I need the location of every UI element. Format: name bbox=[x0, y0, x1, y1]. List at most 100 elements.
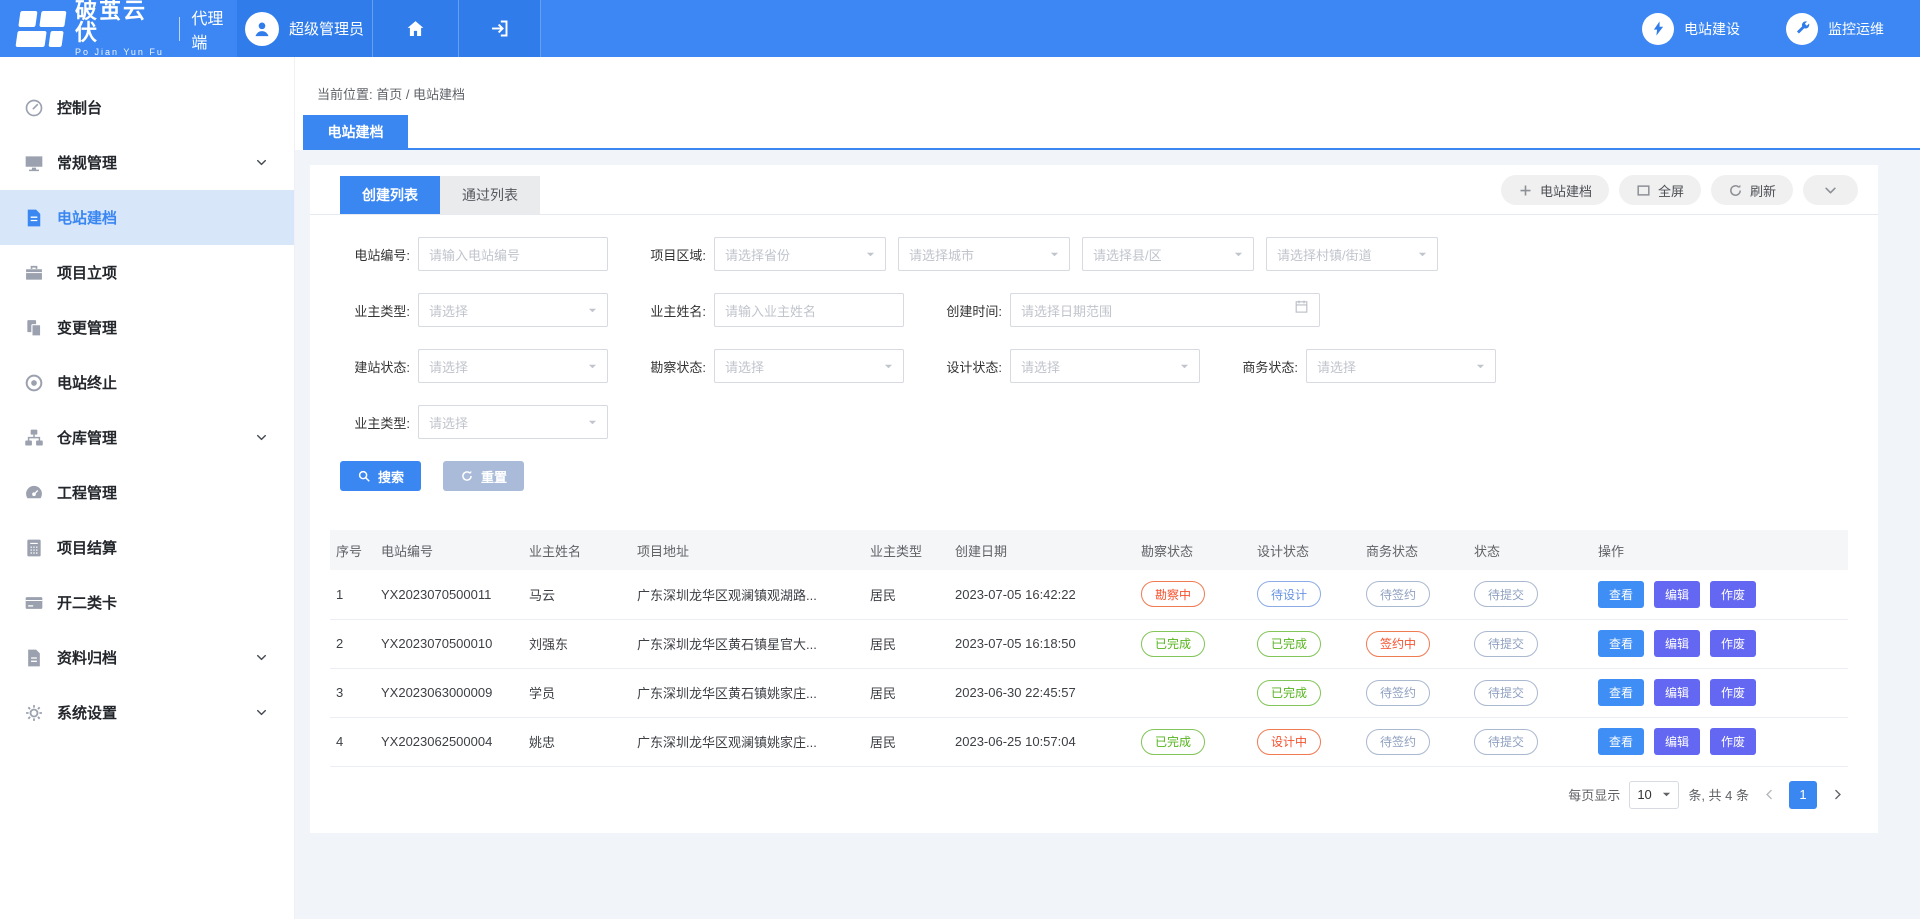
filter-group-design-status: 设计状态:请选择 bbox=[932, 349, 1200, 383]
logout-button[interactable] bbox=[459, 0, 541, 57]
user-name: 超级管理员 bbox=[289, 18, 364, 39]
gauge-icon bbox=[24, 98, 44, 118]
status-badge: 待签约 bbox=[1366, 581, 1430, 607]
view-button[interactable]: 查看 bbox=[1598, 581, 1644, 608]
tab-passed-list[interactable]: 通过列表 bbox=[440, 176, 540, 214]
edit-button[interactable]: 编辑 bbox=[1654, 679, 1700, 706]
sidebar-item-warehouse-manage[interactable]: 仓库管理 bbox=[0, 410, 294, 465]
design-status-select[interactable]: 请选择 bbox=[1010, 349, 1200, 383]
fullscreen-button[interactable]: 全屏 bbox=[1619, 175, 1701, 205]
sidebar-item-second-class-card[interactable]: 开二类卡 bbox=[0, 575, 294, 630]
sidebar-item-project-initiation[interactable]: 项目立项 bbox=[0, 245, 294, 300]
sidebar-item-label: 开二类卡 bbox=[57, 592, 117, 613]
toolbar: 电站建档 全屏 刷新 bbox=[1501, 175, 1858, 214]
sidebar-item-project-settlement[interactable]: 项目结算 bbox=[0, 520, 294, 575]
project-region-select-0[interactable]: 请选择省份 bbox=[714, 237, 886, 271]
owner-type-select[interactable]: 请选择 bbox=[418, 293, 608, 327]
sidebar-item-system-settings[interactable]: 系统设置 bbox=[0, 685, 294, 740]
content-background: 创建列表 通过列表 电站建档 全屏 刷新 bbox=[295, 150, 1920, 919]
filter-row-3: 建站状态:请选择 勘察状态:请选择 设计状态:请选择 商务状态:请选择 bbox=[340, 349, 1858, 383]
cell-created: 2023-07-05 16:18:50 bbox=[949, 619, 1135, 668]
filter-label: 业主类型: bbox=[340, 301, 410, 320]
edit-button[interactable]: 编辑 bbox=[1654, 630, 1700, 657]
card-header: 创建列表 通过列表 电站建档 全屏 刷新 bbox=[310, 165, 1878, 215]
sidebar-item-label: 系统设置 bbox=[57, 702, 117, 723]
edit-button[interactable]: 编辑 bbox=[1654, 728, 1700, 755]
status-badge: 已完成 bbox=[1141, 631, 1205, 657]
column-header-design: 设计状态 bbox=[1251, 530, 1360, 570]
cell-status: 待提交 bbox=[1468, 570, 1592, 619]
user-menu[interactable]: 超级管理员 bbox=[237, 0, 373, 57]
cell-status: 待提交 bbox=[1468, 619, 1592, 668]
per-page-select[interactable]: 10 bbox=[1629, 781, 1679, 809]
view-button[interactable]: 查看 bbox=[1598, 679, 1644, 706]
cell-survey bbox=[1135, 668, 1251, 717]
home-button[interactable] bbox=[373, 0, 459, 57]
edit-button[interactable]: 编辑 bbox=[1654, 581, 1700, 608]
search-label: 搜索 bbox=[378, 467, 404, 486]
column-header-business: 商务状态 bbox=[1360, 530, 1468, 570]
cell-seq: 2 bbox=[330, 619, 375, 668]
station-code-input[interactable]: 请输入电站编号 bbox=[418, 237, 608, 271]
sidebar-item-general-manage[interactable]: 常规管理 bbox=[0, 135, 294, 190]
page-number[interactable]: 1 bbox=[1789, 781, 1817, 809]
dashboard-icon bbox=[24, 483, 44, 503]
next-page-button[interactable] bbox=[1826, 781, 1848, 809]
filter-label: 创建时间: bbox=[932, 301, 1002, 320]
status-badge: 勘察中 bbox=[1141, 581, 1205, 607]
caret-down-icon bbox=[1180, 362, 1189, 371]
cell-owner_type: 居民 bbox=[864, 619, 949, 668]
sidebar-item-console[interactable]: 控制台 bbox=[0, 80, 294, 135]
create-time-daterange[interactable]: 请选择日期范围 bbox=[1010, 293, 1320, 327]
sidebar-item-station-archive[interactable]: 电站建档 bbox=[0, 190, 294, 245]
chevron-down-icon bbox=[255, 431, 268, 444]
tab-create-list[interactable]: 创建列表 bbox=[340, 176, 440, 214]
cell-address: 广东深圳龙华区黄石镇星官大... bbox=[631, 619, 864, 668]
target-icon bbox=[24, 373, 44, 393]
sidebar-item-label: 控制台 bbox=[57, 97, 102, 118]
cell-address: 广东深圳龙华区观澜镇观湖路... bbox=[631, 570, 864, 619]
business-status-select[interactable]: 请选择 bbox=[1306, 349, 1496, 383]
add-station-button[interactable]: 电站建档 bbox=[1501, 175, 1609, 205]
nav-monitor-ops[interactable]: 监控运维 bbox=[1786, 13, 1884, 45]
fullscreen-label: 全屏 bbox=[1658, 181, 1684, 200]
sidebar-item-change-manage[interactable]: 变更管理 bbox=[0, 300, 294, 355]
refresh-button[interactable]: 刷新 bbox=[1711, 175, 1793, 205]
void-button[interactable]: 作废 bbox=[1710, 679, 1756, 706]
caret-down-icon bbox=[588, 418, 597, 427]
cell-code: YX2023063000009 bbox=[375, 668, 523, 717]
reset-button[interactable]: 重置 bbox=[443, 461, 524, 491]
sidebar-item-data-archive[interactable]: 资料归档 bbox=[0, 630, 294, 685]
project-region-select-1[interactable]: 请选择城市 bbox=[898, 237, 1070, 271]
calculator-icon bbox=[24, 538, 44, 558]
calendar-icon bbox=[1294, 299, 1309, 314]
view-button[interactable]: 查看 bbox=[1598, 630, 1644, 657]
build-status-select[interactable]: 请选择 bbox=[418, 349, 608, 383]
status-badge: 签约中 bbox=[1366, 631, 1430, 657]
prev-page-button[interactable] bbox=[1758, 781, 1780, 809]
cell-address: 广东深圳龙华区观澜镇姚家庄... bbox=[631, 717, 864, 766]
survey-status-select[interactable]: 请选择 bbox=[714, 349, 904, 383]
project-region-select-2[interactable]: 请选择县/区 bbox=[1082, 237, 1254, 271]
filter-group-owner-type-2: 业主类型:请选择 bbox=[340, 405, 608, 439]
sidebar-item-label: 常规管理 bbox=[57, 152, 117, 173]
nav-station-build[interactable]: 电站建设 bbox=[1642, 13, 1740, 45]
project-region-select-3[interactable]: 请选择村镇/街道 bbox=[1266, 237, 1438, 271]
sidebar-item-station-termination[interactable]: 电站终止 bbox=[0, 355, 294, 410]
search-button[interactable]: 搜索 bbox=[340, 461, 421, 491]
sidebar-item-engineering-manage[interactable]: 工程管理 bbox=[0, 465, 294, 520]
sidebar: 控制台 常规管理 电站建档 项目立项 变更管理 电站终止 bbox=[0, 57, 295, 919]
void-button[interactable]: 作废 bbox=[1710, 630, 1756, 657]
void-button[interactable]: 作废 bbox=[1710, 581, 1756, 608]
page-tab-station-archive[interactable]: 电站建档 bbox=[303, 115, 408, 148]
owner-type-2-select[interactable]: 请选择 bbox=[418, 405, 608, 439]
status-badge: 待提交 bbox=[1474, 680, 1538, 706]
view-button[interactable]: 查看 bbox=[1598, 728, 1644, 755]
void-button[interactable]: 作废 bbox=[1710, 728, 1756, 755]
brand-name: 破茧云伏 bbox=[75, 0, 166, 44]
collapse-button[interactable] bbox=[1803, 175, 1858, 205]
owner-name-input[interactable]: 请输入业主姓名 bbox=[714, 293, 904, 327]
caret-down-icon bbox=[884, 362, 893, 371]
cell-seq: 4 bbox=[330, 717, 375, 766]
cell-actions: 查看编辑作废 bbox=[1592, 619, 1848, 668]
